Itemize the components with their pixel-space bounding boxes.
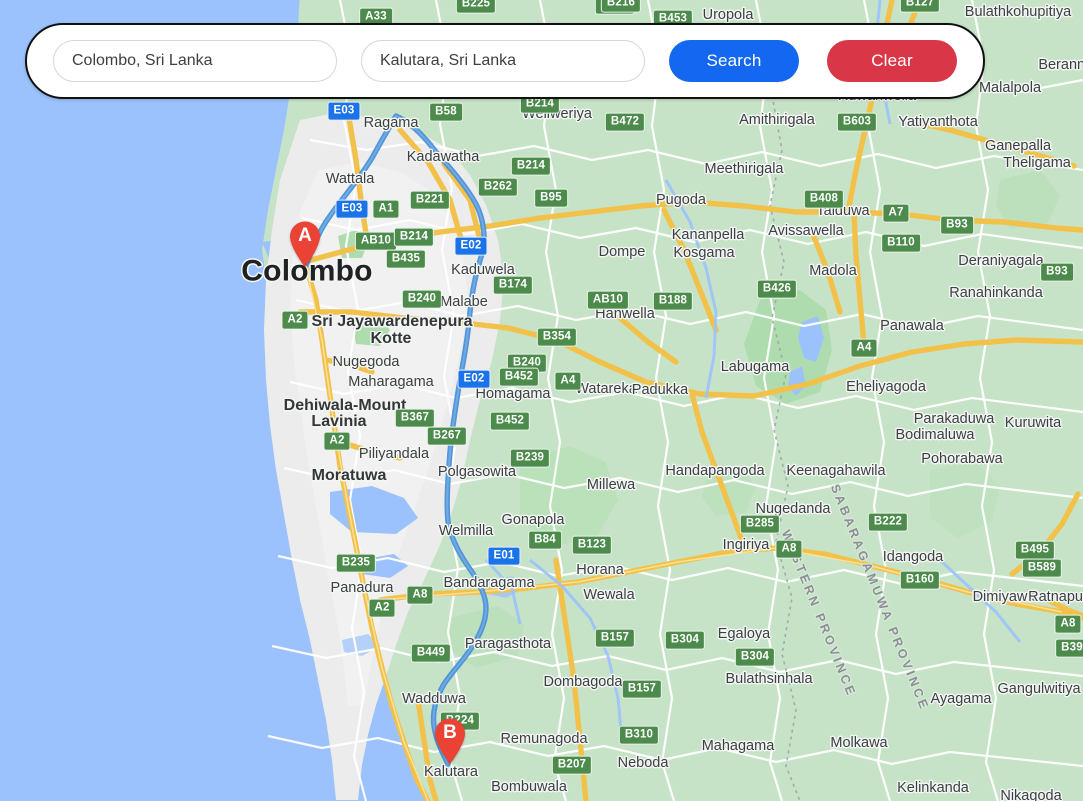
map-canvas[interactable] <box>0 0 1083 801</box>
search-panel: Search Clear <box>25 23 985 99</box>
map-application: Colombo Sri Jayawardenepura Kotte Dehiwala-… <box>0 0 1083 801</box>
search-button[interactable]: Search <box>669 40 799 82</box>
origin-input[interactable] <box>53 40 337 82</box>
destination-input[interactable] <box>361 40 645 82</box>
map-marker-b[interactable]: B <box>433 717 467 765</box>
clear-button[interactable]: Clear <box>827 40 957 82</box>
map-marker-a[interactable]: A <box>288 220 322 268</box>
